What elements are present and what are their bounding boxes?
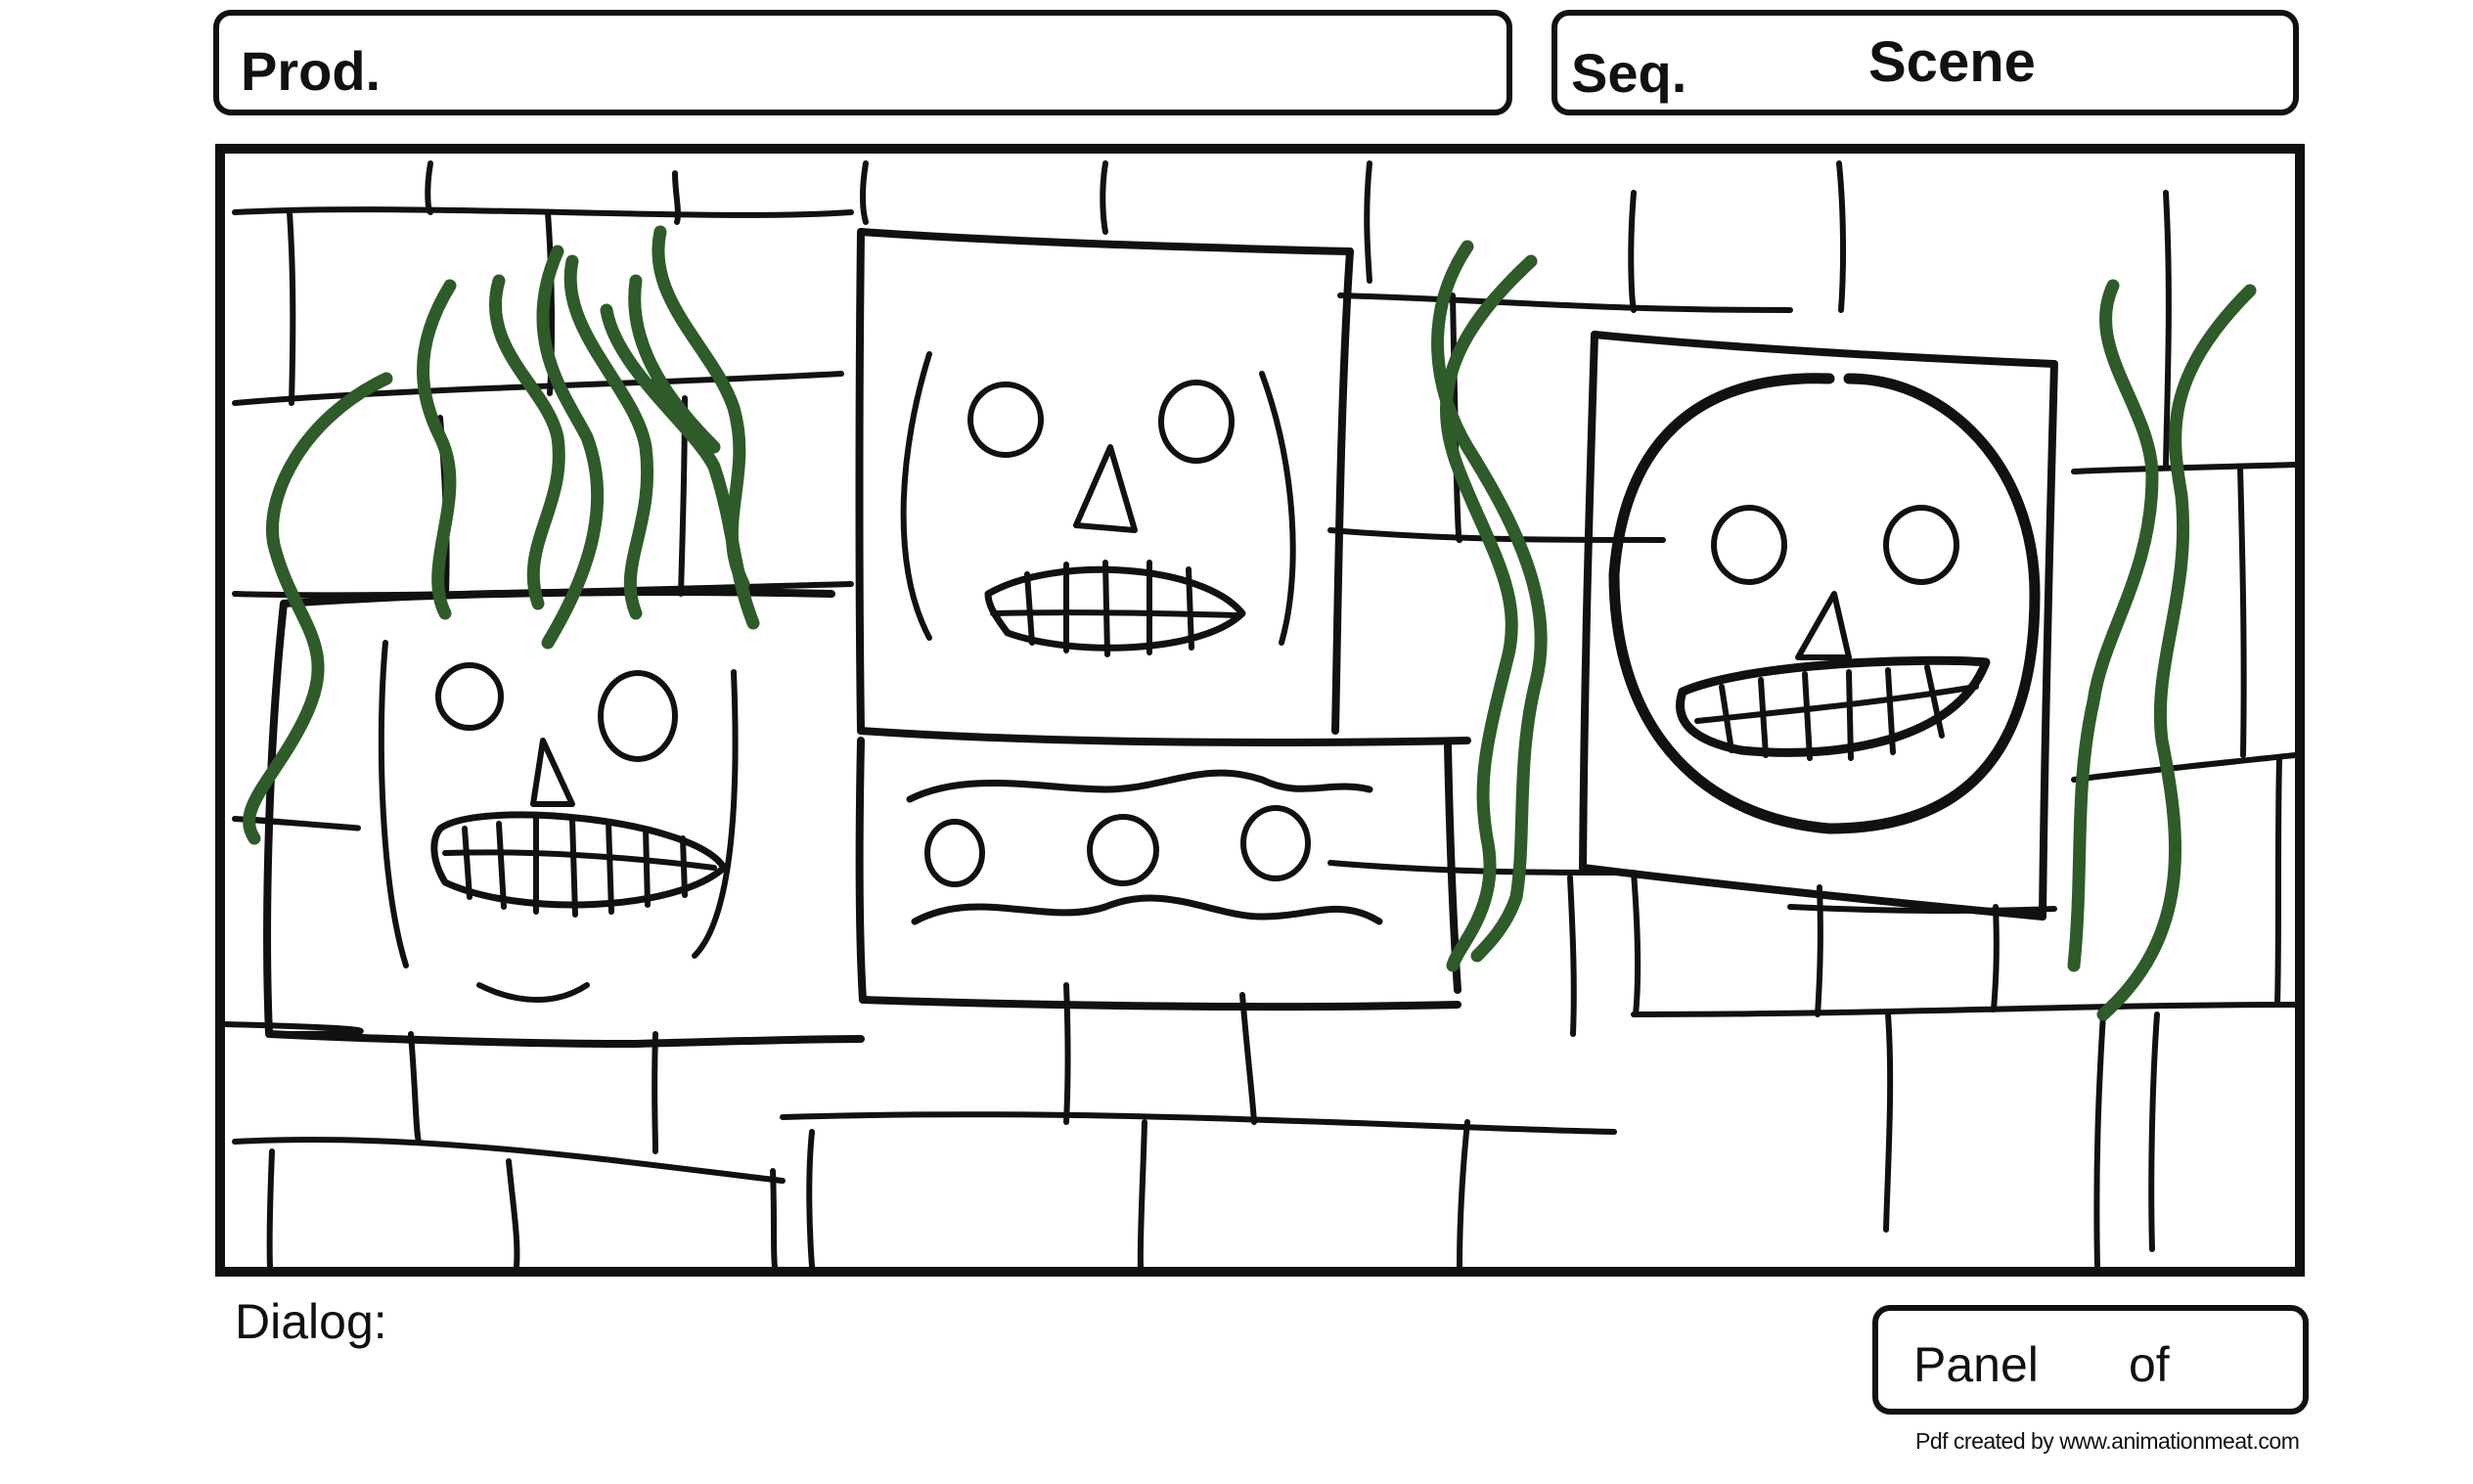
panel-number-field: Panel of [1872, 1305, 2309, 1415]
storyboard-panel [215, 144, 2305, 1277]
scene-label: Scene [1868, 30, 2036, 94]
panel-label: Panel [1913, 1337, 2039, 1392]
stone-wall-lines [225, 160, 2295, 1267]
production-label: Prod. [241, 40, 382, 102]
of-label: of [2129, 1337, 2170, 1392]
production-field: Prod. [213, 10, 1512, 115]
credit-text: Pdf created by www.animationmeat.com [1915, 1428, 2300, 1454]
sequence-scene-field: Seq. Scene [1551, 10, 2299, 115]
dialog-label: Dialog: [235, 1294, 387, 1349]
seaweed-strands [243, 225, 2257, 1021]
sequence-label: Seq. [1571, 42, 1687, 104]
panel-sketch [225, 160, 2295, 1267]
